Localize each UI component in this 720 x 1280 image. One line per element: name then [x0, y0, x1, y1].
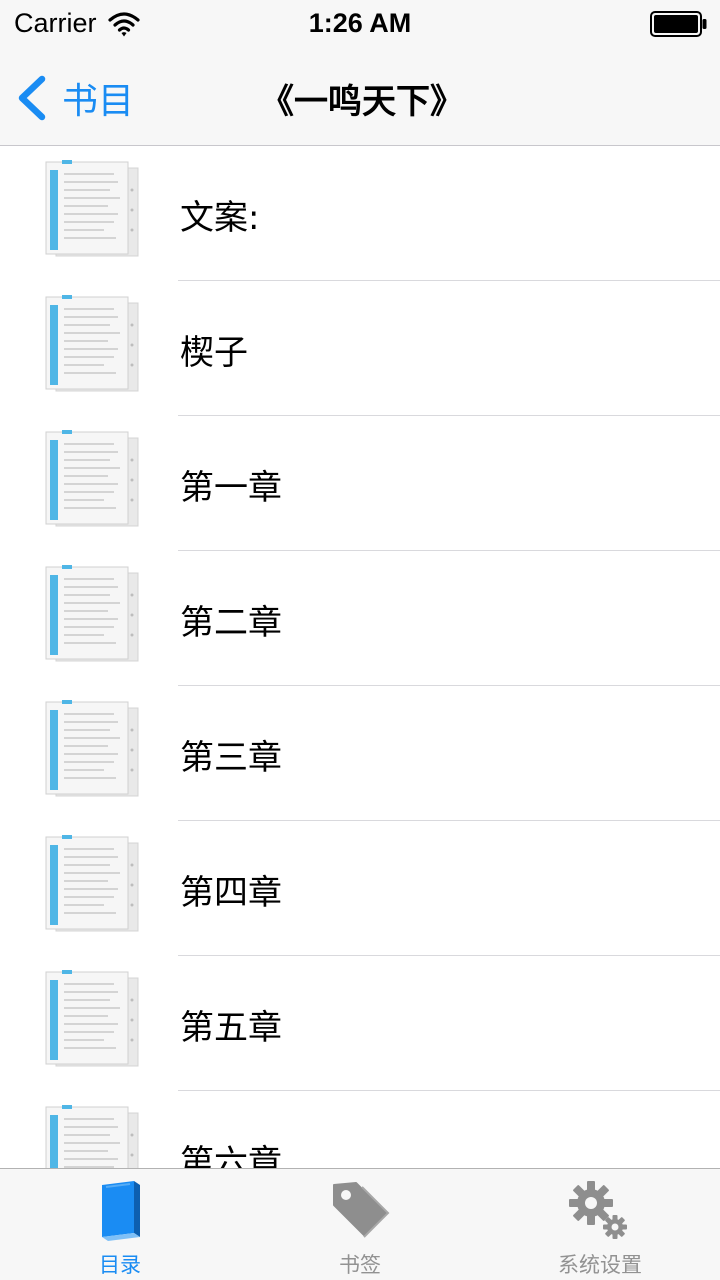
- back-button-label: 书目: [62, 81, 135, 122]
- chapter-row[interactable]: 文案:: [0, 146, 720, 281]
- chapter-row[interactable]: 第四章: [0, 821, 720, 956]
- tab-contents-label: 目录: [99, 1253, 141, 1277]
- document-icon: [45, 835, 139, 932]
- tab-contents[interactable]: 目录: [0, 1169, 240, 1280]
- screen: Carrier 1:26 AM 书目 《一鸣天下》 文案: 楔子第一章第二章第三章…: [0, 0, 720, 1280]
- tab-settings-label: 系统设置: [558, 1253, 642, 1277]
- chevron-left-icon: [18, 75, 46, 121]
- document-icon: [45, 565, 139, 662]
- chapter-row[interactable]: 第二章: [0, 551, 720, 686]
- chapter-title: 第一章: [180, 468, 282, 508]
- document-icon: [45, 970, 139, 1067]
- tag-icon: [333, 1182, 390, 1238]
- chapter-list[interactable]: 文案: 楔子第一章第二章第三章第四章第五章第六章: [0, 146, 720, 1168]
- page-title: 《一鸣天下》: [260, 82, 464, 122]
- clock: 1:26 AM: [308, 8, 412, 38]
- chapter-row[interactable]: 第五章: [0, 956, 720, 1091]
- document-icon: [45, 700, 139, 797]
- tab-bar: 目录 书签 系统设置: [0, 1168, 720, 1280]
- tab-bookmarks-label: 书签: [339, 1253, 381, 1277]
- document-icon: [45, 430, 139, 527]
- battery-icon: [650, 11, 707, 37]
- status-bar: Carrier 1:26 AM: [0, 0, 720, 50]
- chapter-row[interactable]: 楔子: [0, 281, 720, 416]
- chapter-title: 第四章: [180, 873, 282, 913]
- back-button[interactable]: 书目: [14, 70, 134, 126]
- document-icon: [45, 160, 139, 257]
- gears-icon: [569, 1181, 627, 1239]
- chapter-title: 第二章: [180, 603, 282, 643]
- document-icon: [45, 295, 139, 392]
- book-icon: [102, 1181, 140, 1241]
- document-icon: [45, 1105, 139, 1168]
- tab-bookmarks[interactable]: 书签: [240, 1169, 480, 1280]
- chapter-title: 文案:: [180, 198, 260, 238]
- navigation-bar: 书目 《一鸣天下》: [0, 50, 720, 146]
- chapter-title: 第六章: [180, 1143, 282, 1168]
- chapter-title: 楔子: [180, 333, 248, 373]
- chapter-row[interactable]: 第三章: [0, 686, 720, 821]
- chapter-row[interactable]: 第一章: [0, 416, 720, 551]
- chapter-title: 第三章: [180, 738, 282, 778]
- chapter-title: 第五章: [180, 1008, 282, 1048]
- chapter-row[interactable]: 第六章: [0, 1091, 720, 1168]
- tab-settings[interactable]: 系统设置: [480, 1169, 720, 1280]
